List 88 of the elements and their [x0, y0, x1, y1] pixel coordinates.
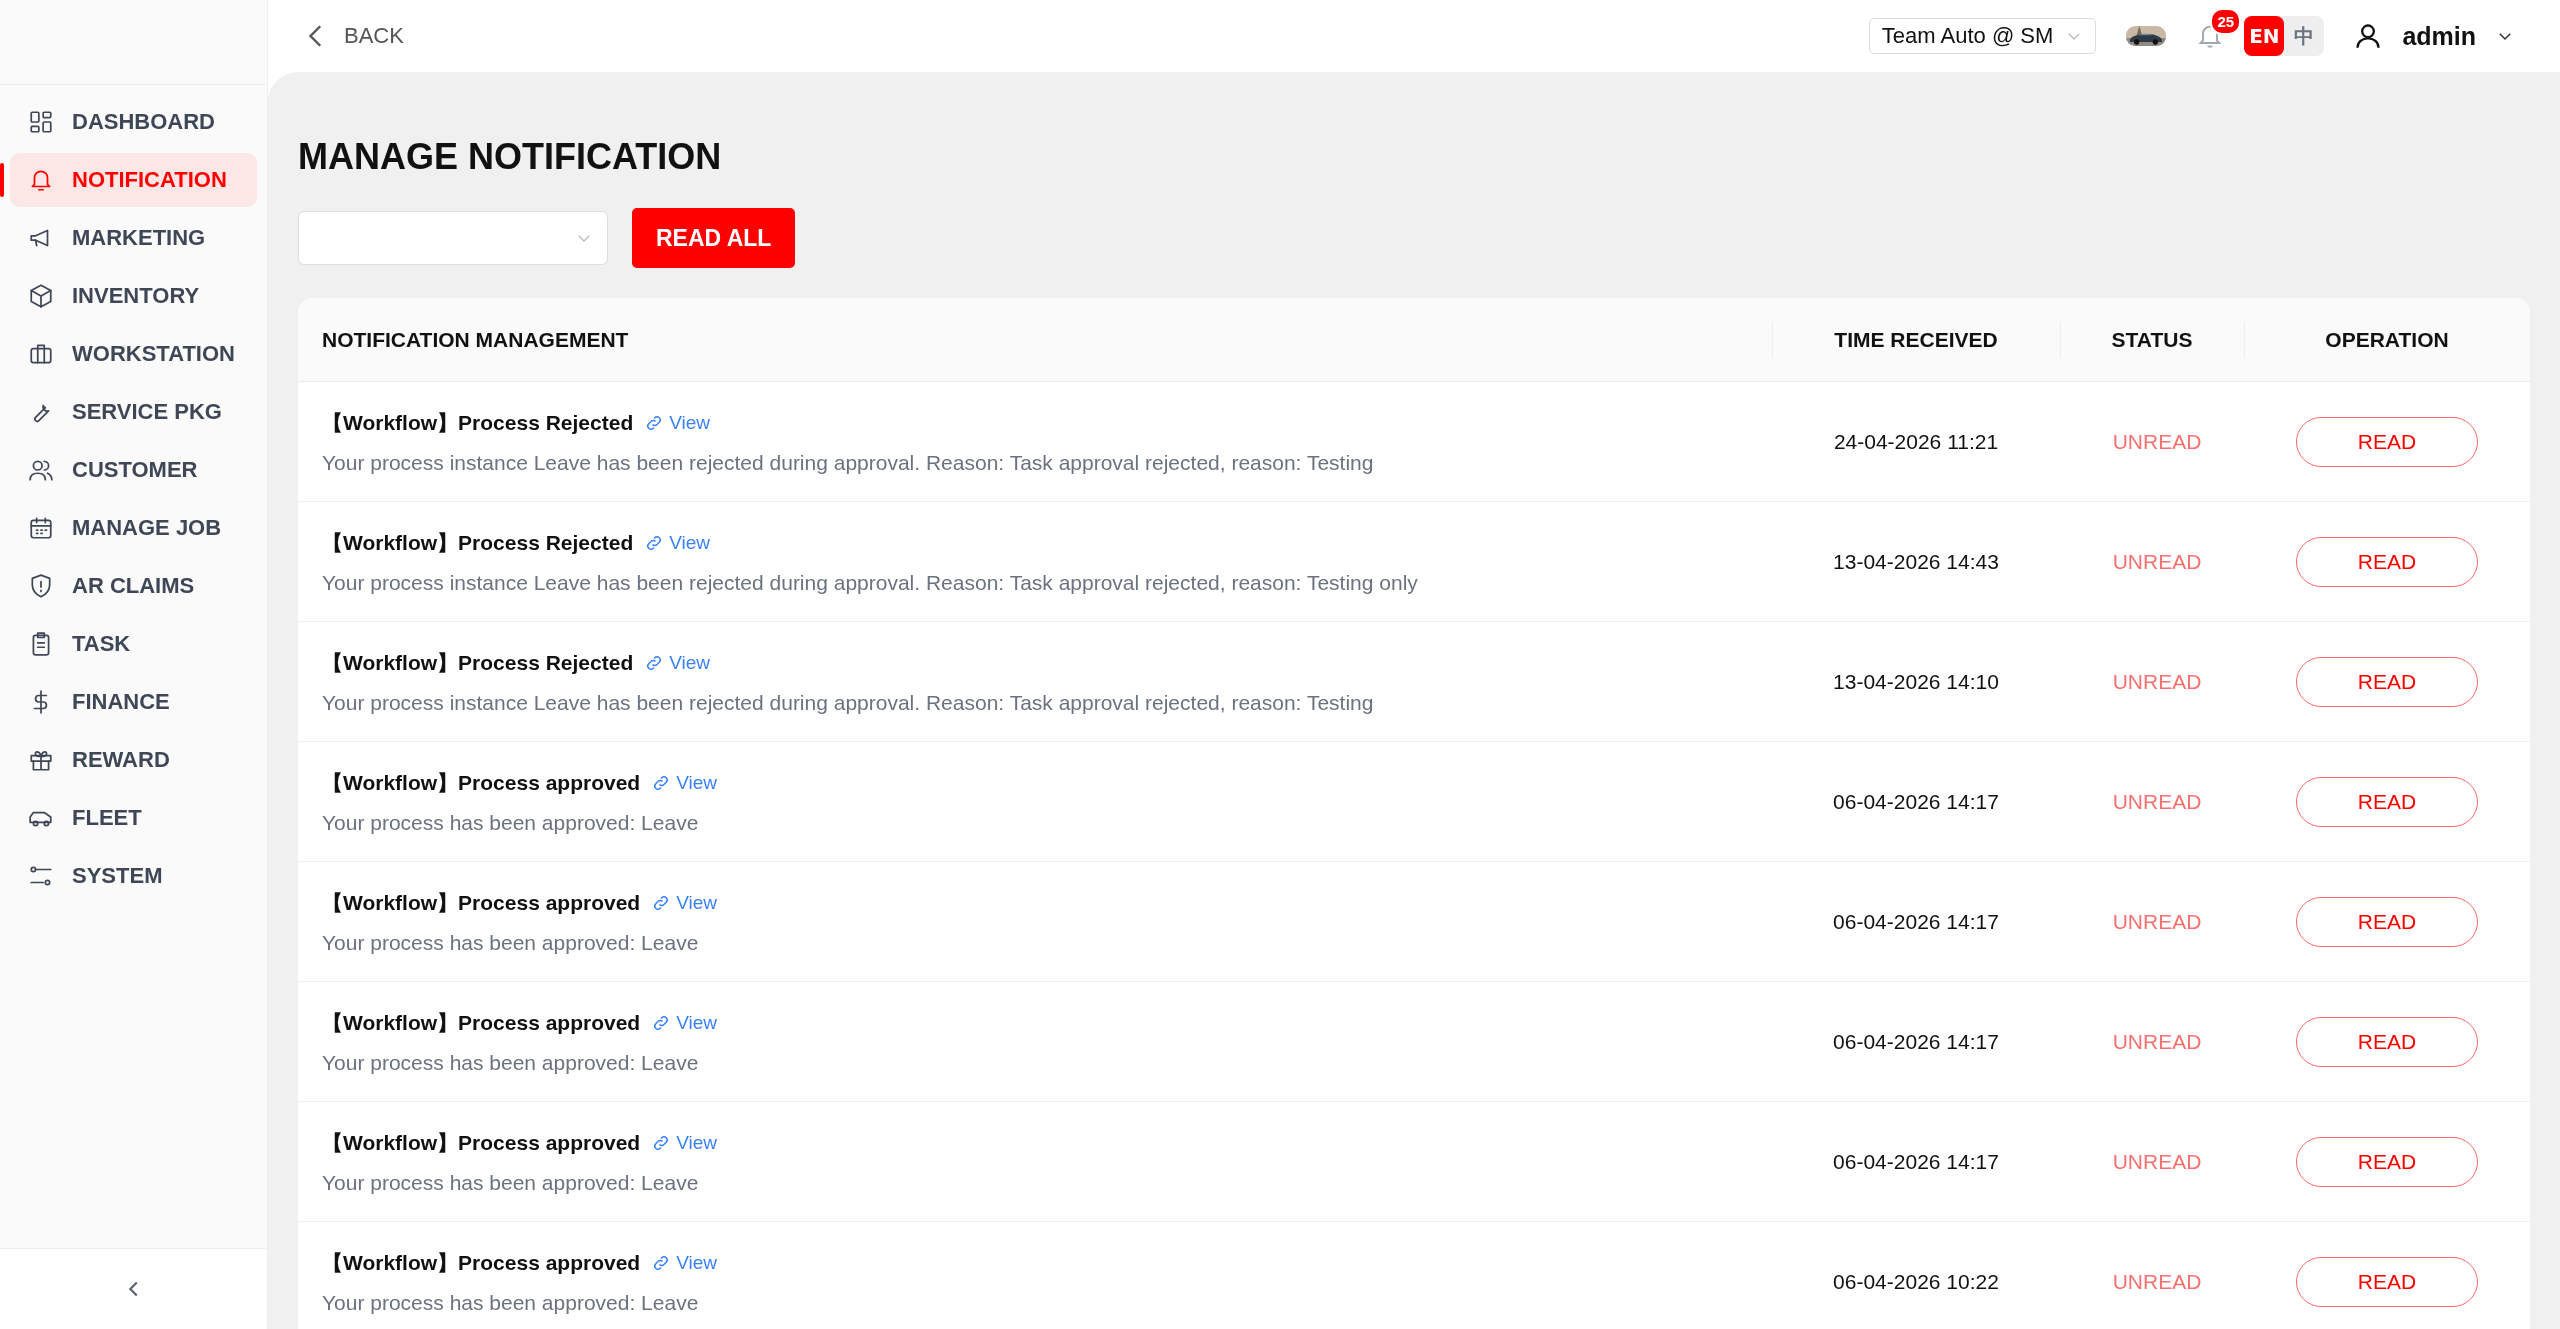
sidebar-item[interactable]: INVENTORY — [10, 269, 257, 323]
view-link[interactable]: View — [645, 651, 711, 674]
sidebar-item[interactable]: AR CLAIMS — [10, 559, 257, 613]
read-button[interactable]: READ — [2296, 416, 2478, 467]
sidebar-item[interactable]: FLEET — [10, 791, 257, 845]
view-link[interactable]: View — [645, 531, 711, 554]
read-button[interactable]: READ — [2296, 536, 2478, 587]
notification-message: Your process instance Leave has been rejected during approval. Reason: Task approval rejected, reason: Testing — [322, 690, 1374, 715]
sidebar-item[interactable]: CUSTOMER — [10, 443, 257, 497]
status-text: UNREAD — [2112, 549, 2202, 574]
time-received: 13-04-2026 14:10 — [1833, 669, 1999, 694]
view-link[interactable]: View — [652, 891, 718, 914]
read-button[interactable]: READ — [2296, 776, 2478, 827]
cube-icon — [28, 283, 54, 309]
time-received: 24-04-2026 11:21 — [1833, 429, 1999, 454]
notification-title: 【Workflow】Process approved — [322, 769, 641, 796]
link-icon — [645, 653, 664, 672]
read-button[interactable]: READ — [2296, 656, 2478, 707]
time-received: 06-04-2026 14:17 — [1833, 789, 1999, 814]
sidebar-item[interactable]: SERVICE PKG — [10, 385, 257, 439]
notification-title: 【Workflow】Process Rejected — [322, 409, 634, 436]
notification-title: 【Workflow】Process approved — [322, 1009, 641, 1036]
read-button[interactable]: READ — [2296, 1136, 2478, 1187]
read-button[interactable]: READ — [2296, 1256, 2478, 1307]
status-text: UNREAD — [2112, 669, 2202, 694]
time-received: 06-04-2026 14:17 — [1833, 1149, 1999, 1174]
sidebar-item[interactable]: REWARD — [10, 733, 257, 787]
grid-icon — [28, 109, 54, 135]
link-icon — [652, 1133, 671, 1152]
link-icon — [652, 1253, 671, 1272]
view-link[interactable]: View — [645, 411, 711, 434]
link-icon — [652, 893, 671, 912]
link-icon — [652, 1013, 671, 1032]
status-text: UNREAD — [2112, 909, 2202, 934]
notification-title: 【Workflow】Process Rejected — [322, 529, 634, 556]
time-received: 06-04-2026 14:17 — [1833, 909, 1999, 934]
notification-title: 【Workflow】Process Rejected — [322, 649, 634, 676]
store-select[interactable]: Team Auto @ SM — [1868, 18, 2097, 54]
column-header: TIME RECEIVED — [1834, 327, 1998, 352]
notification-message: Your process has been approved: Leave — [322, 1290, 699, 1315]
page-title: MANAGE NOTIFICATION — [298, 136, 723, 178]
sidebar-item[interactable]: MANAGE JOB — [10, 501, 257, 555]
link-icon — [645, 413, 664, 432]
column-header: OPERATION — [2325, 327, 2449, 352]
notification-title: 【Workflow】Process approved — [322, 1129, 641, 1156]
view-link[interactable]: View — [652, 1011, 718, 1034]
user-menu[interactable]: admin — [2396, 20, 2520, 52]
time-received: 06-04-2026 14:17 — [1833, 1029, 1999, 1054]
notification-message: Your process instance Leave has been rejected during approval. Reason: Task approval rejected, reason: Testing — [322, 450, 1374, 475]
sidebar-item[interactable]: SYSTEM — [10, 849, 257, 903]
briefcase-icon — [28, 341, 54, 367]
sidebar-item[interactable]: FINANCE — [10, 675, 257, 729]
read-button[interactable]: READ — [2296, 896, 2478, 947]
time-received: 13-04-2026 14:43 — [1833, 549, 1999, 574]
notification-title: 【Workflow】Process approved — [322, 1249, 641, 1276]
notification-count: 25 — [2210, 8, 2242, 35]
status-text: UNREAD — [2112, 1269, 2202, 1294]
notification-message: Your process has been approved: Leave — [322, 1050, 699, 1075]
sidebar-item[interactable]: TASK — [10, 617, 257, 671]
column-header: NOTIFICATION MANAGEMENT — [322, 327, 629, 352]
notification-message: Your process has been approved: Leave — [322, 930, 699, 955]
sliders-icon — [28, 863, 54, 889]
view-link[interactable]: View — [652, 1251, 718, 1274]
language-tab[interactable]: EN — [2244, 16, 2285, 56]
shield-icon — [28, 573, 54, 599]
status-text: UNREAD — [2112, 789, 2202, 814]
notification-message: Your process has been approved: Leave — [322, 810, 699, 835]
language-tab[interactable]: 中 — [2284, 16, 2325, 56]
notification-title: 【Workflow】Process approved — [322, 889, 641, 916]
status-text: UNREAD — [2112, 1149, 2202, 1174]
user-icon — [2354, 22, 2383, 50]
notification-message: Your process has been approved: Leave — [322, 1170, 699, 1195]
status-text: UNREAD — [2112, 429, 2202, 454]
read-all-button[interactable]: READ ALL — [632, 208, 796, 268]
calendar-icon — [28, 515, 54, 541]
column-header: STATUS — [2111, 327, 2193, 352]
time-received: 06-04-2026 10:22 — [1833, 1269, 1999, 1294]
sidebar-item[interactable]: WORKSTATION — [10, 327, 257, 381]
sidebar-item[interactable]: MARKETING — [10, 211, 257, 265]
link-icon — [645, 533, 664, 552]
back-button[interactable]: BACK — [298, 20, 410, 52]
notification-message: Your process instance Leave has been rejected during approval. Reason: Task approval rejected, reason: Testing only — [322, 570, 1418, 595]
sidebar-item[interactable]: DASHBOARD — [10, 95, 257, 149]
view-link[interactable]: View — [652, 771, 718, 794]
status-text: UNREAD — [2112, 1029, 2202, 1054]
view-link[interactable]: View — [652, 1131, 718, 1154]
read-button[interactable]: READ — [2296, 1016, 2478, 1067]
link-icon — [652, 773, 671, 792]
